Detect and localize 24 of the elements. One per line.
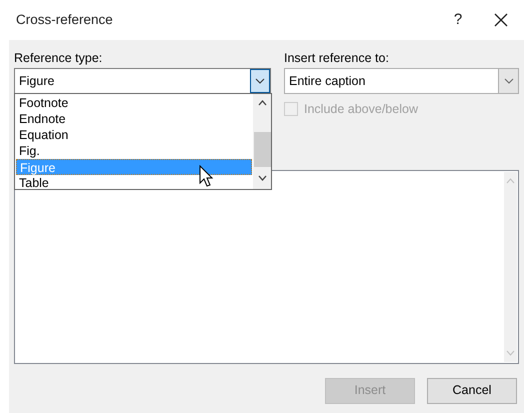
close-icon (494, 13, 508, 27)
checkbox-label: Include above/below (304, 101, 418, 118)
scroll-thumb[interactable] (254, 132, 270, 167)
scroll-down-icon[interactable] (258, 175, 266, 181)
dialog-button[interactable]: Cancel (427, 378, 517, 404)
dropdown-option[interactable]: Fig. (16, 143, 252, 159)
dropdown-option[interactable]: Equation (16, 127, 252, 143)
dropdown-option[interactable]: Endnote (16, 111, 252, 127)
dropdown-value: Entire caption (288, 72, 366, 90)
dropdown-value: Figure (18, 72, 56, 90)
field-label: Insert reference to: (284, 50, 390, 67)
chevron-down-icon (504, 78, 514, 84)
chevron-down-icon (255, 78, 265, 84)
reference-type-dropdown[interactable]: Figure (14, 68, 271, 94)
help-button[interactable]: ? (438, 5, 478, 35)
insert-reference-dropdown[interactable]: Entire caption (284, 68, 519, 94)
dropdown-option[interactable]: Table (16, 175, 252, 191)
scroll-up-icon[interactable] (258, 100, 266, 106)
scroll-up-icon (506, 178, 515, 184)
field-label: Reference type: (14, 50, 104, 67)
scroll-down-icon (506, 350, 515, 356)
dropdown-option[interactable]: Footnote (16, 95, 252, 111)
scrollbar[interactable] (253, 94, 271, 189)
window-title: Cross-reference (16, 10, 113, 29)
